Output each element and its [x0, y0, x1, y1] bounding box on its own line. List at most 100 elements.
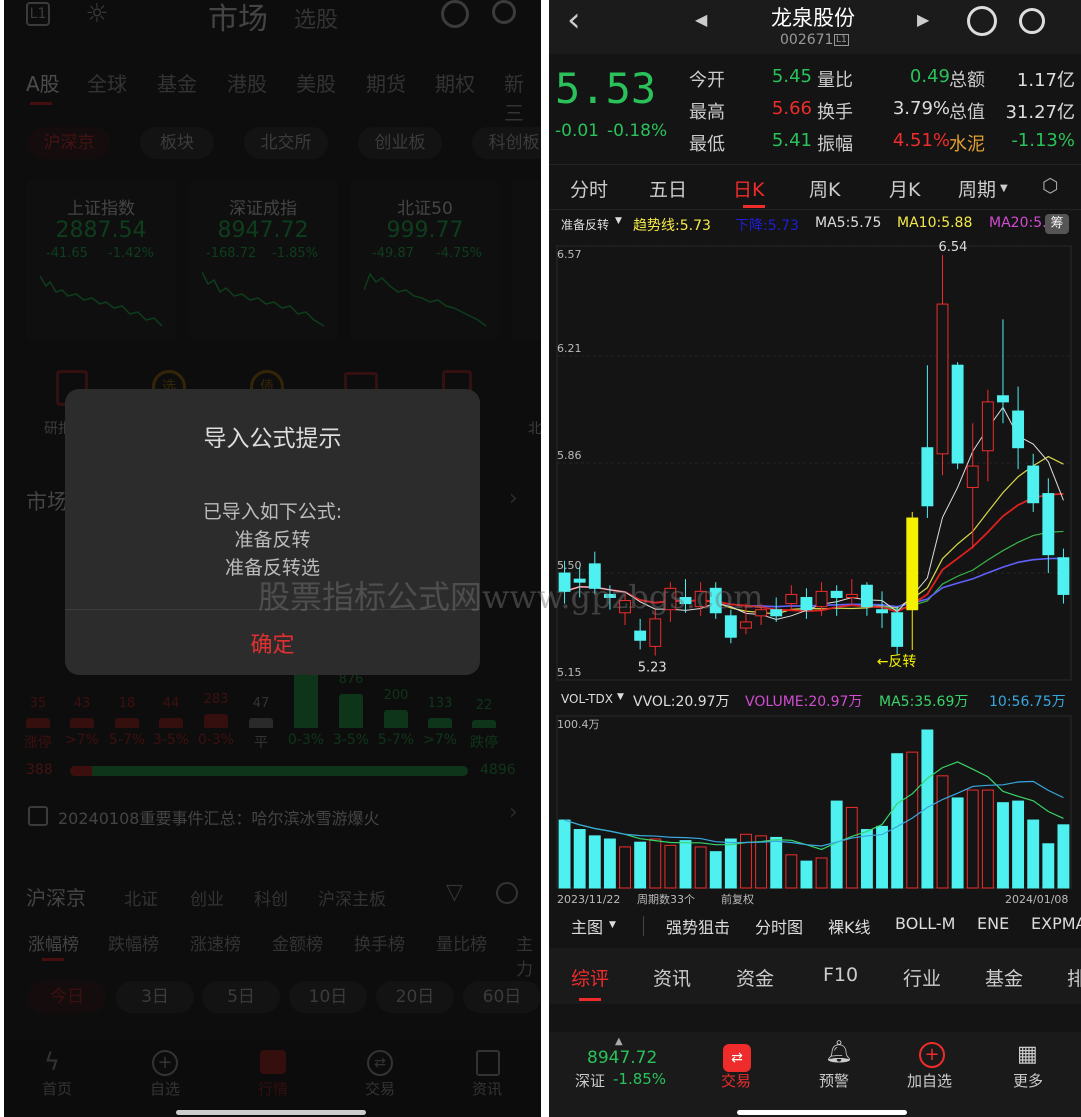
tool-naked-k[interactable]: 裸K线 — [828, 914, 871, 938]
add-watchlist-icon[interactable]: + — [919, 1042, 945, 1068]
chart-settings-icon[interactable]: ⬡ — [1042, 175, 1059, 197]
chart-tool-row: 主图 ▼ 强势狙击 分时图 裸K线 BOLL-M ENE EXPMA — [549, 908, 1081, 944]
volume-bar — [573, 829, 586, 889]
candle-body — [649, 618, 662, 647]
robot-icon[interactable] — [967, 6, 997, 36]
candle-body — [1042, 493, 1055, 556]
trade-icon[interactable]: ⇄ — [723, 1044, 751, 1072]
volume-bar — [709, 851, 722, 889]
volume-bar — [770, 836, 783, 889]
volume-chart[interactable]: 100.4万 2023/11/22 周期数33个 前复权 2024/01/08 — [549, 712, 1081, 907]
stat-label: 总值 — [949, 102, 985, 123]
tab-daily[interactable]: 日K — [733, 175, 764, 202]
tab-intraday[interactable]: 分时 — [570, 175, 608, 202]
divider — [541, 0, 549, 1117]
ma20-value: MA20:5. — [989, 215, 1047, 231]
volume-bar — [1027, 819, 1040, 889]
candle-body — [815, 590, 828, 608]
nav-trade[interactable]: 交易 — [721, 1070, 751, 1091]
tab-period-dropdown[interactable]: 周期 — [958, 175, 996, 202]
tool-strong[interactable]: 强势狙击 — [666, 914, 730, 938]
kline-period-tabs: 分时 五日 日K 周K 月K 周期 ▼ ⬡ — [549, 164, 1081, 210]
chevron-down-icon: ▼ — [615, 216, 622, 226]
chevron-down-icon: ▼ — [1000, 183, 1008, 194]
tool-ene[interactable]: ENE — [977, 914, 1009, 933]
volume-bar — [1057, 824, 1070, 889]
vol-ma10-value: 10:56.75万 — [989, 694, 1066, 710]
volume-bar — [785, 854, 798, 889]
tab-overview[interactable]: 综评 — [571, 964, 609, 991]
stat-label: 振幅 — [817, 134, 853, 155]
tool-boll[interactable]: BOLL-M — [895, 914, 955, 933]
volume-bar — [679, 840, 692, 889]
tab-industry[interactable]: 行业 — [903, 964, 941, 991]
tool-expma[interactable]: EXPMA — [1031, 914, 1081, 933]
candle-body — [921, 447, 934, 507]
vvol-value: VVOL:20.97万 — [633, 694, 730, 710]
nav-more[interactable]: 更多 — [1013, 1070, 1043, 1091]
candle-body — [906, 517, 919, 611]
back-icon[interactable]: ‹ — [567, 0, 581, 40]
tab-f10[interactable]: F10 — [823, 964, 858, 986]
tool-intraday[interactable]: 分时图 — [755, 914, 803, 938]
volume-bar — [845, 806, 858, 889]
candle-body — [936, 303, 949, 455]
chevron-down-icon: ▼ — [609, 920, 616, 930]
volume-bar — [603, 838, 616, 889]
y-tick-label: 5.86 — [557, 449, 582, 462]
dialog-message: 已导入如下公式: — [202, 501, 343, 523]
next-stock-icon[interactable]: ▶ — [917, 10, 929, 29]
bell-icon[interactable]: 🔔︎ — [825, 1040, 853, 1065]
right-screen: ‹ ◀ 龙泉股份 002671 L1 ▶ 5.53 -0.01 -0.18% 今… — [549, 0, 1081, 1117]
level-badge: L1 — [834, 34, 849, 46]
vol-ma5-value: MA5:35.69万 — [879, 694, 969, 710]
y-tick-label: 6.21 — [557, 342, 582, 355]
candle-body — [785, 593, 798, 605]
search-icon[interactable] — [1019, 8, 1045, 34]
index-value[interactable]: 8947.72 — [587, 1048, 657, 1068]
candle-body — [951, 364, 964, 464]
tab-fund[interactable]: 基金 — [985, 964, 1023, 991]
volume-bar — [558, 819, 571, 889]
tab-weekly[interactable]: 周K — [809, 175, 840, 202]
down-value: 下降:5.73 — [735, 218, 799, 234]
stat-value: -1.13% — [1011, 130, 1075, 151]
stat-value: 5.45 — [771, 66, 812, 87]
stat-label: 量比 — [817, 70, 853, 91]
stock-name: 龙泉股份 — [771, 6, 855, 30]
volume-indicator-name[interactable]: VOL-TDX — [561, 692, 613, 706]
nav-alert[interactable]: 预警 — [819, 1070, 849, 1091]
reversal-signal-annotation: ←反转 — [877, 654, 917, 670]
indicator-name[interactable]: 准备反转 — [561, 216, 609, 233]
tab-capital[interactable]: 资金 — [736, 964, 774, 991]
volume-bar — [1042, 843, 1055, 889]
tab-monthly[interactable]: 月K — [889, 175, 920, 202]
volume-bar — [815, 857, 828, 889]
tab-5day[interactable]: 五日 — [649, 175, 687, 202]
caret-up-icon: ▲ — [615, 1036, 623, 1047]
volume-bar — [981, 789, 994, 889]
volume-bar — [649, 838, 662, 889]
nav-add-watchlist[interactable]: 加自选 — [907, 1070, 952, 1091]
y-tick-label: 6.57 — [557, 248, 582, 261]
prev-stock-icon[interactable]: ◀ — [695, 10, 707, 29]
chip-button[interactable]: 筹 — [1045, 214, 1069, 234]
import-formula-dialog: 导入公式提示 已导入如下公式: 准备反转 准备反转选 确定 — [65, 389, 480, 675]
grid-icon[interactable]: ▦ — [1017, 1042, 1038, 1067]
candle-body — [876, 609, 888, 614]
tab-news[interactable]: 资讯 — [653, 964, 691, 991]
volume-value: VOLUME:20.97万 — [745, 694, 863, 710]
stat-value: 3.79% — [892, 98, 950, 119]
low-annotation: 5.23 — [638, 661, 667, 676]
stock-code: 002671 — [780, 32, 834, 48]
volume-bar — [891, 753, 904, 889]
confirm-button[interactable]: 确定 — [65, 627, 480, 659]
stat-label: 最低 — [689, 134, 725, 155]
stat-label: 总额 — [949, 70, 985, 91]
tab-rank[interactable]: 排 — [1067, 964, 1081, 991]
candle-body — [845, 593, 858, 598]
x-start-label: 2023/11/22 — [557, 893, 620, 906]
kline-chart[interactable]: 6.57 6.21 5.86 5.50 5.15 6.54 5.23 ←反转 — [549, 236, 1081, 696]
ma10-value: MA10:5.88 — [897, 215, 973, 231]
main-chart-dropdown[interactable]: 主图 — [571, 914, 603, 938]
